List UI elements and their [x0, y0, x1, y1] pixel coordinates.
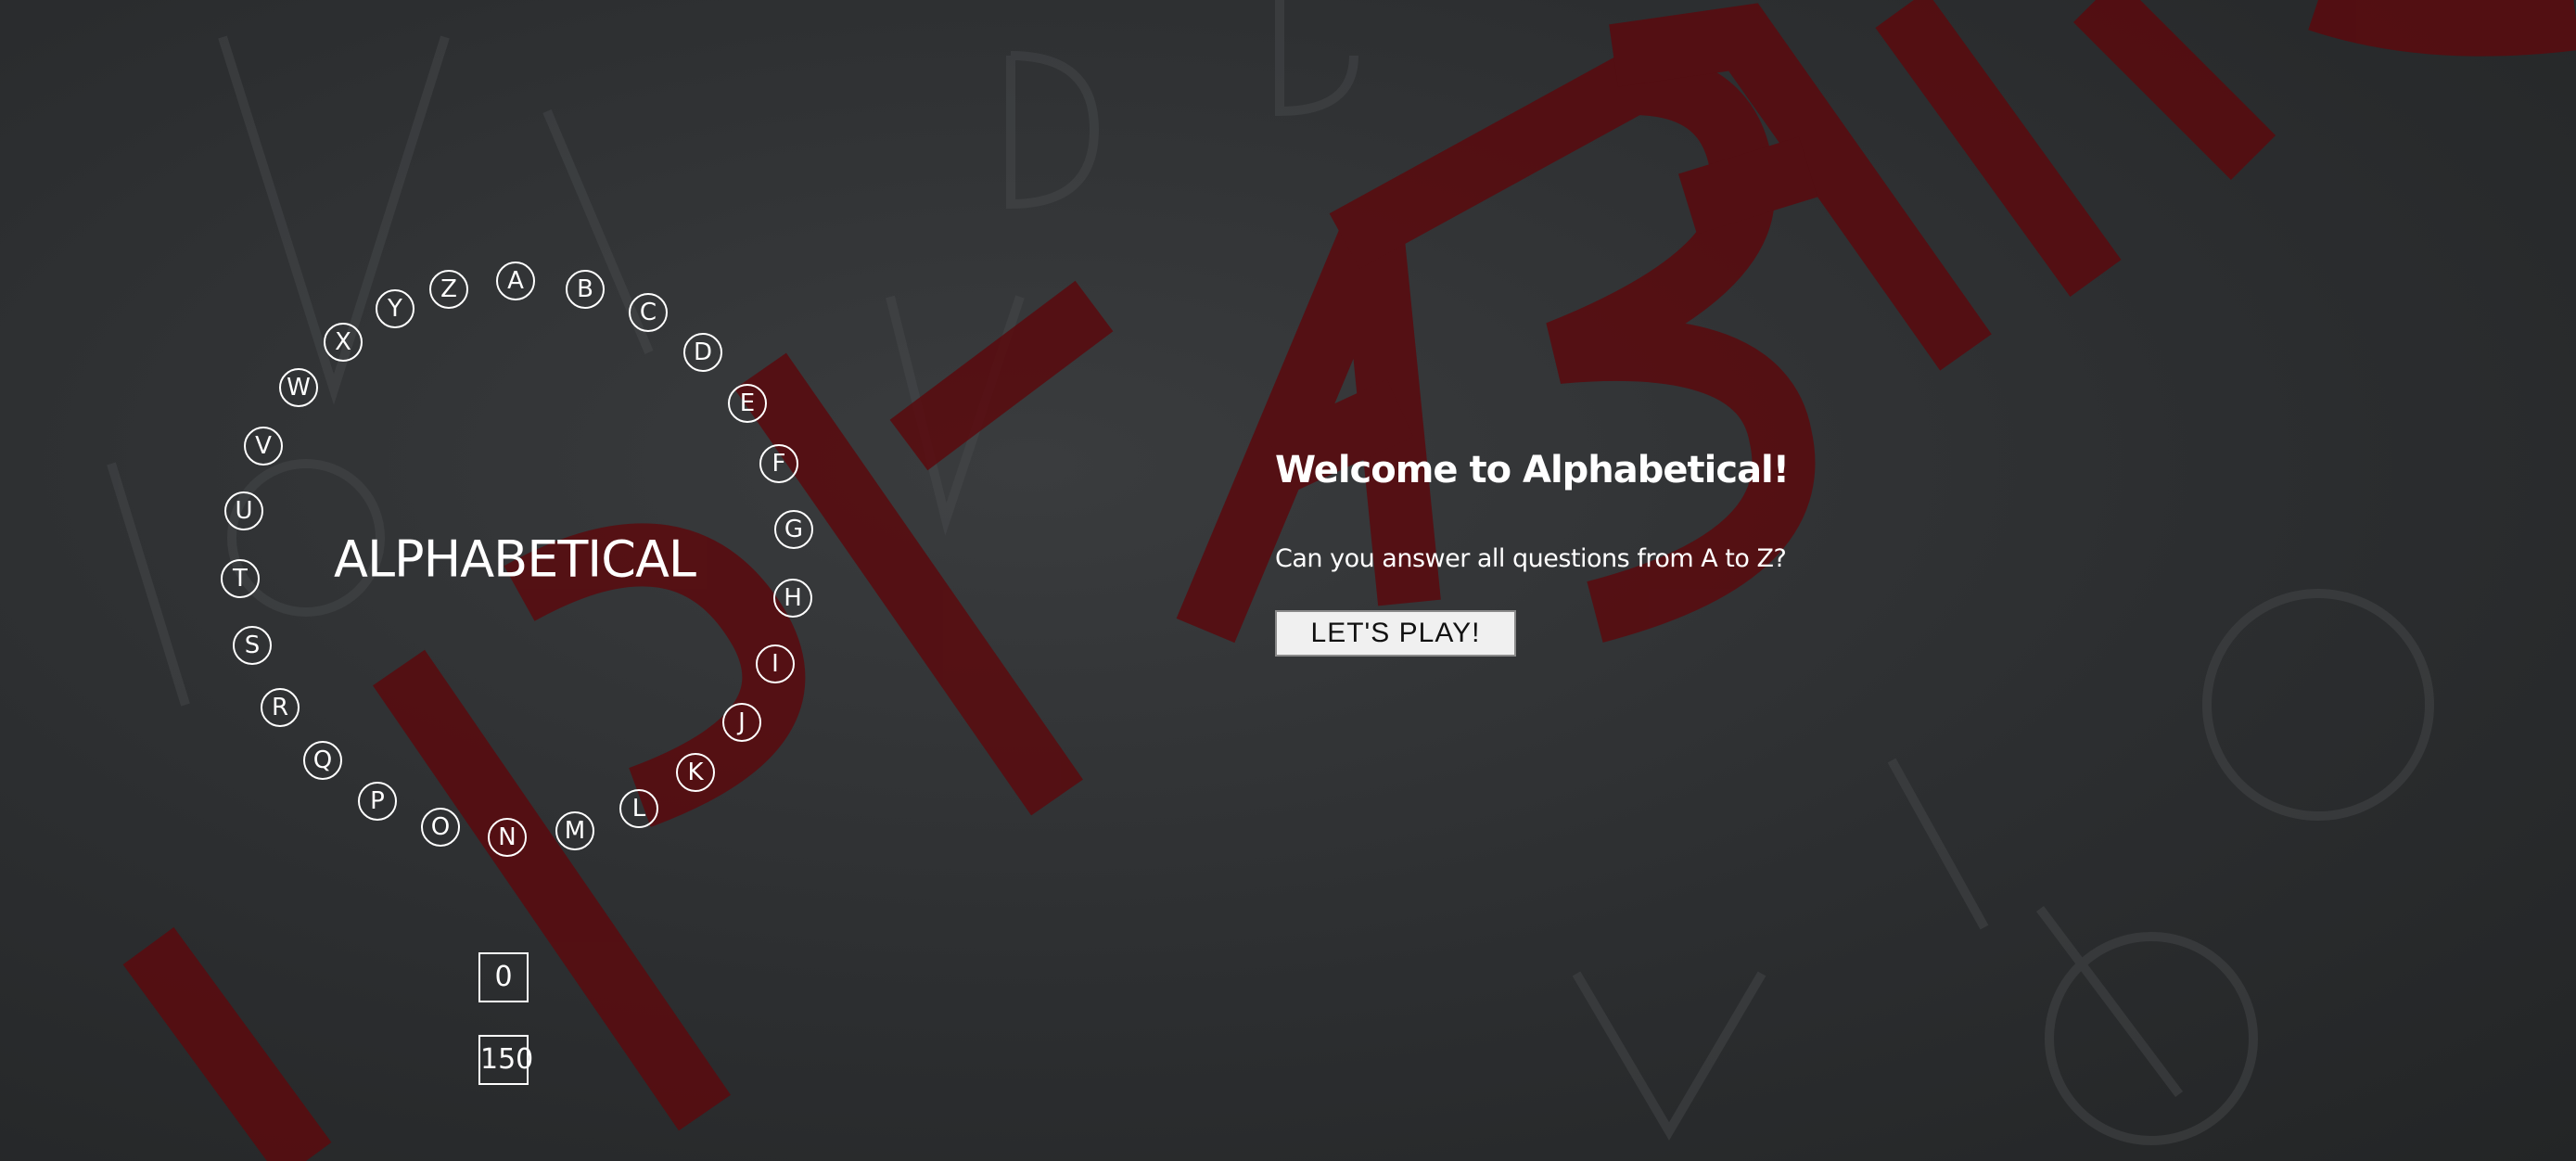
letter-p-button[interactable]: P [358, 782, 397, 821]
game-title: ALPHABETICAL [334, 529, 696, 589]
letter-n-button[interactable]: N [488, 818, 527, 857]
lets-play-button[interactable]: LET'S PLAY! [1275, 610, 1516, 657]
letter-b-button[interactable]: B [566, 270, 605, 309]
letter-q-button[interactable]: Q [303, 741, 342, 780]
letter-l-button[interactable]: L [619, 789, 658, 828]
letter-j-button[interactable]: J [722, 703, 761, 742]
letter-r-button[interactable]: R [261, 688, 300, 727]
letter-y-button[interactable]: Y [376, 289, 414, 328]
letter-k-button[interactable]: K [676, 753, 715, 792]
letter-h-button[interactable]: H [773, 579, 812, 618]
welcome-question: Can you answer all questions from A to Z… [1275, 544, 1787, 573]
time-counter: 150 [478, 1035, 533, 1085]
score-counter: 0 [478, 952, 529, 1002]
letter-g-button[interactable]: G [774, 510, 813, 549]
letter-u-button[interactable]: U [224, 491, 263, 530]
letter-d-button[interactable]: D [683, 333, 722, 372]
letter-f-button[interactable]: F [759, 444, 798, 483]
letter-m-button[interactable]: M [555, 811, 594, 850]
letter-v-button[interactable]: V [244, 427, 283, 466]
letter-w-button[interactable]: W [279, 368, 318, 407]
letter-x-button[interactable]: X [324, 323, 363, 362]
letter-a-button[interactable]: A [496, 262, 535, 300]
letter-t-button[interactable]: T [221, 559, 260, 598]
letter-s-button[interactable]: S [233, 626, 272, 665]
letter-e-button[interactable]: E [728, 384, 767, 423]
letter-z-button[interactable]: Z [429, 270, 468, 309]
game-screen: A B C D E F G H I J K L M N O P Q R S T … [0, 0, 2576, 1161]
letter-o-button[interactable]: O [421, 808, 460, 847]
letter-c-button[interactable]: C [629, 293, 668, 332]
welcome-heading: Welcome to Alphabetical! [1275, 449, 1790, 491]
letter-i-button[interactable]: I [756, 644, 795, 683]
